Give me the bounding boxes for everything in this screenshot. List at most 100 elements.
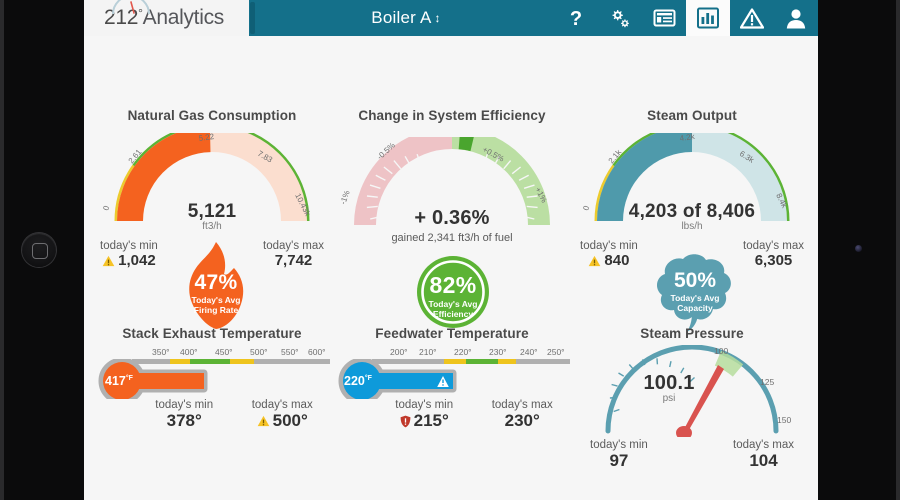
- max-label: today's max: [743, 240, 804, 252]
- panel-title: Steam Output: [647, 108, 737, 123]
- min-value-row: 1,042: [100, 252, 158, 269]
- min-label: today's min: [590, 439, 648, 451]
- avg-capacity-badge[interactable]: 50% Today's Avg Capacity: [656, 251, 734, 333]
- boiler-selector-label: Boiler A: [371, 8, 432, 27]
- avg-efficiency-line1: Today's Avg: [428, 299, 478, 309]
- therm-tick-0: 200°: [390, 347, 408, 357]
- panel-title: Stack Exhaust Temperature: [122, 326, 302, 341]
- min-value: 378°: [166, 411, 202, 430]
- firing-rate-line1: Today's Avg: [191, 295, 241, 305]
- panel-title: Change in System Efficiency: [358, 108, 546, 123]
- max-label: today's max: [733, 439, 794, 451]
- therm-tick-1: 210°: [419, 347, 437, 357]
- front-camera: [855, 245, 862, 252]
- stack-exhaust-thermometer: 350° 400° 450° 500° 550° 600° 417°F: [92, 347, 332, 403]
- stack-exhaust-value-group: 417°F: [105, 374, 133, 388]
- feedwater-min: today's min 215°: [395, 399, 453, 431]
- gauge-tick-2: 150: [777, 415, 791, 425]
- gauge-tick-0: 100: [714, 346, 728, 356]
- max-value: 230°: [504, 411, 540, 430]
- avg-capacity-line1: Today's Avg: [670, 293, 720, 303]
- max-value: 7,742: [274, 252, 313, 269]
- steam-pressure-readout: 100.1 psi: [624, 372, 714, 404]
- panel-steam-output: Steam Output 0 2.1k 4.2k 6.3k 8.4k 4,203…: [572, 108, 812, 332]
- shield-alert-icon: [400, 415, 411, 427]
- stack-exhaust-value: 417: [105, 374, 126, 388]
- min-value: 97: [609, 451, 629, 470]
- gauge-tick-0: -1%: [338, 189, 351, 205]
- warning-triangle-icon: [589, 255, 601, 266]
- dashboard-chart-icon[interactable]: [686, 0, 730, 36]
- max-value: 6,305: [754, 252, 793, 269]
- min-value-row: 215°: [395, 411, 453, 431]
- therm-tick-3: 230°: [489, 347, 507, 357]
- steam-output-max: today's max 6,305: [743, 240, 804, 269]
- panel-title: Steam Pressure: [640, 326, 744, 341]
- steam-pressure-value: 100.1: [643, 372, 695, 394]
- panel-stack-exhaust: Stack Exhaust Temperature 350° 400° 450°…: [92, 326, 332, 431]
- natural-gas-unit: ft3/h: [202, 221, 222, 232]
- panel-title: Feedwater Temperature: [375, 326, 529, 341]
- panel-feedwater: Feedwater Temperature 200° 210° 220° 230…: [332, 326, 572, 431]
- header-icon-bar: ?: [554, 0, 818, 36]
- tablet-device-frame: 212°Analytics Boiler A ↕ ? Natural Gas C…: [0, 0, 900, 500]
- steam-pressure-min: today's min 97: [590, 439, 648, 471]
- firing-rate-pct: 47%: [194, 271, 238, 294]
- feedwater-max: today's max 230°: [492, 399, 553, 431]
- svg-text:?: ?: [570, 8, 582, 29]
- steam-output-unit: lbs/h: [681, 221, 703, 232]
- steam-pressure-unit: psi: [662, 393, 676, 404]
- gauge-tick-1: 125: [760, 377, 774, 387]
- app-logo[interactable]: 212°Analytics: [84, 0, 244, 36]
- therm-tick-2: 450°: [215, 347, 233, 357]
- therm-tick-5: 250°: [547, 347, 565, 357]
- feedwater-thermometer: 200° 210° 220° 230° 240° 250° 220°F: [332, 347, 572, 403]
- panel-natural-gas: Natural Gas Consumption 0 2.61 5.22 7.83…: [92, 108, 332, 329]
- help-icon[interactable]: ?: [554, 0, 598, 36]
- min-value: 1,042: [118, 252, 156, 269]
- min-label: today's min: [580, 240, 638, 252]
- min-value: 840: [604, 252, 630, 269]
- warning-triangle-icon: [102, 255, 115, 266]
- logo-tab-divider: [244, 0, 258, 36]
- panel-steam-pressure: Steam Pressure 100 125 150 100.1 psi tod…: [572, 326, 812, 471]
- avg-capacity-pct: 50%: [673, 269, 717, 292]
- panel-system-efficiency: Change in System Efficiency -1% -0.5% +0…: [332, 108, 572, 328]
- avg-capacity-line2: Capacity: [677, 303, 713, 313]
- therm-tick-3: 500°: [250, 347, 268, 357]
- therm-tick-4: 550°: [281, 347, 299, 357]
- min-label: today's min: [100, 240, 158, 252]
- feedwater-unit: °F: [364, 374, 372, 382]
- warning-triangle-icon: [257, 415, 269, 427]
- therm-tick-1: 400°: [180, 347, 198, 357]
- app-header: 212°Analytics Boiler A ↕ ?: [84, 0, 818, 36]
- home-button[interactable]: [22, 233, 56, 267]
- max-value: 104: [749, 451, 778, 470]
- dashboard-body: Natural Gas Consumption 0 2.61 5.22 7.83…: [84, 36, 818, 500]
- alerts-warning-icon[interactable]: [730, 0, 774, 36]
- firing-rate-line2: Firing Rate: [193, 305, 239, 315]
- avg-efficiency-badge[interactable]: 82% Today's Avg Efficiency: [416, 255, 490, 329]
- avg-efficiency-line2: Efficiency: [432, 309, 474, 319]
- settings-gears-icon[interactable]: [598, 0, 642, 36]
- chevron-updown-icon: ↕: [434, 11, 441, 25]
- boiler-selector[interactable]: Boiler A ↕: [258, 0, 554, 36]
- therm-tick-4: 240°: [520, 347, 538, 357]
- stack-exhaust-max: today's max 500°: [252, 399, 313, 431]
- reports-list-icon[interactable]: [642, 0, 686, 36]
- therm-tick-0: 350°: [152, 347, 170, 357]
- app-screen: 212°Analytics Boiler A ↕ ? Natural Gas C…: [84, 0, 818, 500]
- max-value-row: 500°: [252, 411, 313, 431]
- logo-word: Analytics: [142, 6, 225, 29]
- min-value: 215°: [413, 411, 449, 430]
- steam-output-min: today's min 840: [580, 240, 638, 269]
- user-account-icon[interactable]: [774, 0, 818, 36]
- firing-rate-badge[interactable]: 47% Today's Avg Firing Rate: [180, 241, 252, 331]
- max-value: 500°: [272, 411, 308, 430]
- feedwater-value-group: 220°F: [344, 374, 372, 388]
- stack-exhaust-min: today's min 378°: [155, 399, 213, 431]
- steam-pressure-max: today's max 104: [733, 439, 794, 471]
- avg-efficiency-pct: 82%: [429, 272, 477, 298]
- therm-tick-5: 600°: [308, 347, 326, 357]
- panel-title: Natural Gas Consumption: [127, 108, 297, 123]
